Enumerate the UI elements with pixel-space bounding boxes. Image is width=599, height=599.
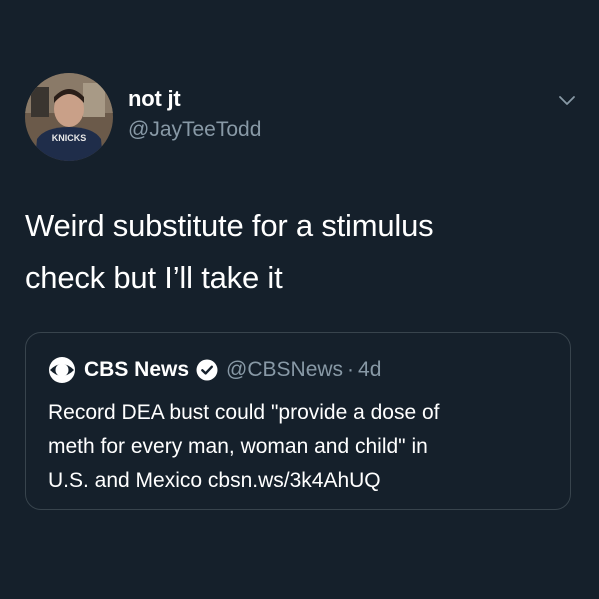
quoted-handle[interactable]: @CBSNews	[226, 358, 343, 382]
quoted-tweet-header: CBS News @CBSNews · 4d	[48, 355, 381, 385]
tweet-text-line: check but I’ll take it	[25, 260, 283, 295]
avatar-photo-icon: KNICKS	[25, 73, 113, 161]
separator-dot: ·	[347, 358, 355, 381]
display-name[interactable]: not jt	[128, 86, 181, 112]
quoted-tweet-text: Record DEA bust could "provide a dose of…	[48, 396, 558, 498]
avatar[interactable]: KNICKS	[25, 73, 113, 161]
tweet-card: KNICKS not jt @JayTeeTodd Weird substitu…	[0, 0, 599, 599]
quoted-text-line: meth for every man, woman and child" in	[48, 435, 428, 458]
verified-badge-icon	[196, 359, 218, 381]
cbs-eye-icon	[48, 356, 76, 384]
tweet-text-line: Weird substitute for a stimulus	[25, 208, 434, 243]
quoted-display-name[interactable]: CBS News	[84, 358, 189, 382]
svg-text:KNICKS: KNICKS	[52, 133, 87, 143]
quoted-timestamp[interactable]: 4d	[358, 358, 381, 382]
quoted-text-line: Record DEA bust could "provide a dose of	[48, 401, 440, 424]
quoted-text-line: U.S. and Mexico cbsn.ws/3k4AhUQ	[48, 469, 381, 492]
tweet-text: Weird substitute for a stimulus check bu…	[25, 200, 575, 304]
quoted-tweet[interactable]: CBS News @CBSNews · 4d Record DEA bust c…	[25, 332, 571, 510]
user-handle[interactable]: @JayTeeTodd	[128, 118, 261, 142]
chevron-down-icon[interactable]	[557, 91, 577, 111]
